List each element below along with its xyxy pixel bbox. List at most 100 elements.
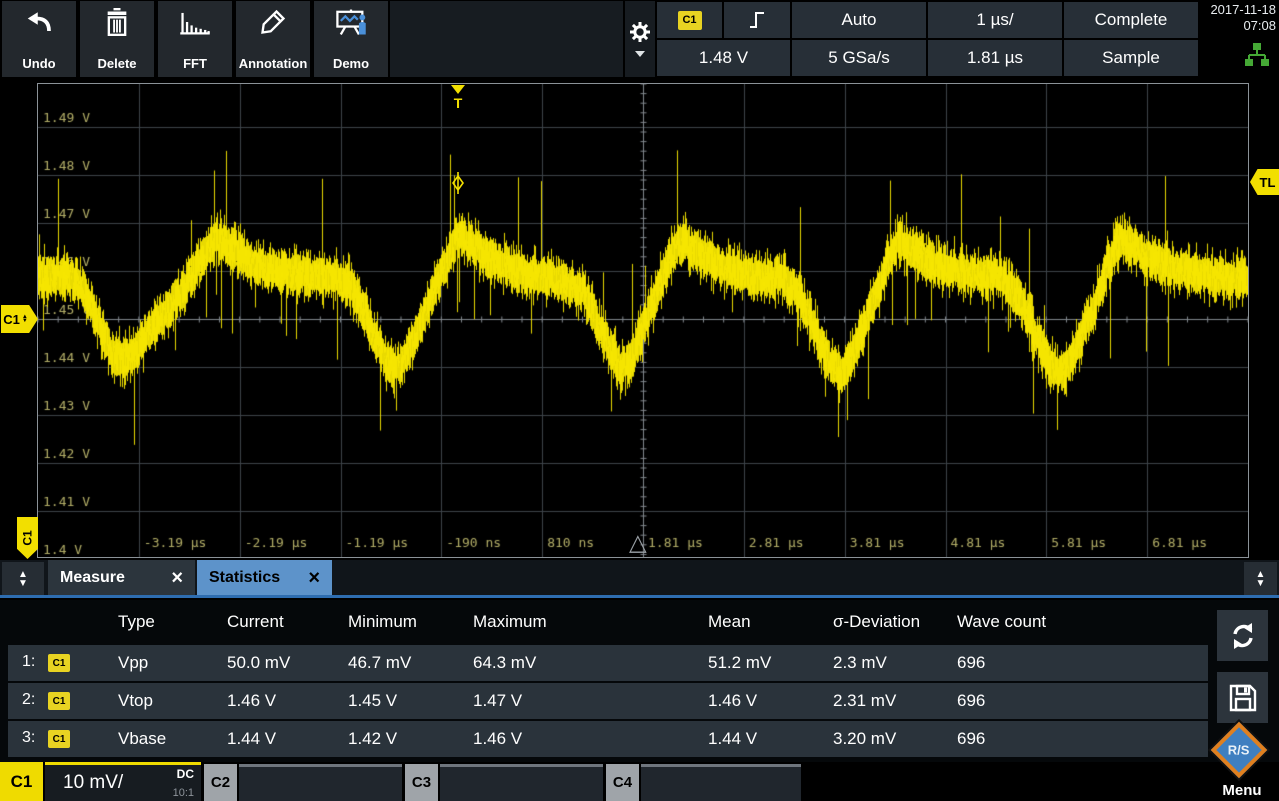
channel3-settings[interactable] — [440, 764, 603, 801]
rs-logo-text: R/S — [1228, 742, 1250, 757]
table-cell: 2.31 mV — [833, 691, 896, 711]
channel1-coupling: DC — [177, 767, 194, 781]
refresh-icon — [1228, 621, 1258, 651]
table-header-cell: Maximum — [473, 612, 547, 632]
channel-badge: C1 — [48, 692, 70, 710]
channel1-settings[interactable]: 10 mV/ DC 10:1 — [45, 762, 201, 801]
table-cell: 1.46 V — [227, 691, 276, 711]
undo-label: Undo — [22, 56, 55, 71]
table-cell: Vtop — [118, 691, 153, 711]
table-header-row: TypeCurrentMinimumMaximumMeanσ-Deviation… — [8, 612, 1208, 634]
channel4-tab[interactable]: C4 — [606, 764, 639, 801]
table-cell: 1.45 V — [348, 691, 397, 711]
channel1-probe: 10:1 — [173, 787, 194, 799]
demo-label: Demo — [333, 56, 369, 71]
channel-bar: C1 10 mV/ DC 10:1 C2 C3 C4 — [0, 762, 1279, 801]
trigger-mode-cell[interactable]: Auto — [792, 2, 926, 38]
table-cell: 1.46 V — [473, 729, 522, 749]
sample-rate-cell[interactable]: 5 GSa/s — [792, 40, 926, 76]
trigger-point-marker — [450, 172, 466, 194]
channel3-tab[interactable]: C3 — [405, 764, 438, 801]
table-cell: 1.46 V — [708, 691, 757, 711]
acquisition-mode-cell[interactable]: Sample — [1064, 40, 1198, 76]
table-header-cell: Minimum — [348, 612, 417, 632]
annotation-label: Annotation — [239, 56, 308, 71]
waveform-canvas[interactable] — [38, 84, 1248, 557]
trigger-position-cell[interactable]: 1.81 µs — [928, 40, 1062, 76]
tabbar-scroll-right[interactable]: ▲ ▼ — [1244, 562, 1277, 595]
trigger-level-marker[interactable]: TL — [1250, 169, 1279, 195]
trigger-level-value: 1.48 V — [699, 48, 748, 68]
undo-button[interactable]: Undo — [2, 1, 76, 77]
tab-measure[interactable]: Measure × — [48, 560, 195, 596]
annotation-button[interactable]: Annotation — [236, 1, 310, 77]
fft-button[interactable]: FFT — [158, 1, 232, 77]
save-icon — [1229, 684, 1257, 712]
delete-button[interactable]: Delete — [80, 1, 154, 77]
gear-icon — [629, 21, 651, 43]
row-index: 2: — [22, 691, 35, 709]
trigger-level-cell[interactable]: 1.48 V — [657, 40, 790, 76]
acquisition-status-cell[interactable]: Complete — [1064, 2, 1198, 38]
oscilloscope-screen: Undo Delete FFT Annotation Demo C1 — [0, 0, 1279, 801]
table-cell: 1.42 V — [348, 729, 397, 749]
table-cell: 1.44 V — [227, 729, 276, 749]
trash-icon — [104, 8, 130, 36]
network-status-icon — [1243, 42, 1271, 68]
trigger-source-badge: C1 — [678, 11, 702, 30]
reset-statistics-button[interactable] — [1217, 610, 1268, 661]
channel2-settings[interactable] — [239, 764, 402, 801]
channel1-position-marker[interactable]: C1 ▲▼ — [1, 305, 38, 333]
acquisition-status-value: Complete — [1095, 10, 1168, 30]
row-index: 1: — [22, 653, 35, 671]
time-value: 07:08 — [1200, 18, 1276, 34]
close-icon[interactable]: × — [171, 567, 183, 590]
settings-button[interactable] — [625, 1, 655, 77]
trigger-time-marker[interactable]: T — [447, 85, 469, 110]
table-header-cell: σ-Deviation — [833, 612, 920, 632]
table-cell: Vbase — [118, 729, 166, 749]
demo-icon — [334, 8, 368, 36]
trigger-slope-cell[interactable] — [724, 2, 790, 38]
table-header-cell: Type — [118, 612, 155, 632]
delete-label: Delete — [97, 56, 136, 71]
acquisition-mode-value: Sample — [1102, 48, 1160, 68]
rs-logo: R/S — [1211, 722, 1268, 779]
active-tab-underline — [0, 595, 1279, 598]
table-row[interactable]: 2:C1Vtop1.46 V1.45 V1.47 V1.46 V2.31 mV6… — [8, 683, 1208, 719]
table-row[interactable]: 1:C1Vpp50.0 mV46.7 mV64.3 mV51.2 mV2.3 m… — [8, 645, 1208, 681]
tabbar-scroll-left[interactable]: ▲ ▼ — [2, 562, 44, 595]
undo-icon — [24, 8, 54, 34]
channel1-scale: 10 mV/ — [63, 772, 123, 794]
trigger-source-cell[interactable]: C1 — [657, 2, 722, 38]
table-cell: 1.44 V — [708, 729, 757, 749]
table-cell: 51.2 mV — [708, 653, 771, 673]
channel1-offset-label: C1 — [21, 530, 35, 545]
channel-badge: C1 — [48, 654, 70, 672]
pencil-icon — [259, 8, 287, 36]
sample-rate-value: 5 GSa/s — [828, 48, 889, 68]
demo-button[interactable]: Demo — [314, 1, 388, 77]
menu-button[interactable]: R/S Menu — [1205, 726, 1279, 801]
save-statistics-button[interactable] — [1217, 672, 1268, 723]
tab-statistics[interactable]: Statistics × — [197, 560, 332, 596]
close-icon[interactable]: × — [308, 567, 320, 590]
channel1-marker-label: C1 — [3, 312, 20, 327]
channel2-tab[interactable]: C2 — [204, 764, 237, 801]
trigger-arrow-icon — [451, 85, 465, 94]
table-row[interactable]: 3:C1Vbase1.44 V1.42 V1.46 V1.44 V3.20 mV… — [8, 721, 1208, 757]
table-cell: 696 — [957, 653, 985, 673]
fft-icon — [178, 8, 212, 36]
down-arrow-icon: ▼ — [1256, 579, 1266, 588]
timebase-cell[interactable]: 1 µs/ — [928, 2, 1062, 38]
tab-statistics-label: Statistics — [209, 569, 280, 587]
table-cell: 64.3 mV — [473, 653, 536, 673]
table-cell: Vpp — [118, 653, 148, 673]
channel1-offset-marker[interactable]: C1 — [17, 517, 38, 559]
row-index: 3: — [22, 729, 35, 747]
table-header-cell: Mean — [708, 612, 751, 632]
table-cell: 3.20 mV — [833, 729, 896, 749]
channel1-tab[interactable]: C1 — [0, 762, 43, 801]
timebase-value: 1 µs/ — [976, 10, 1013, 30]
channel4-settings[interactable] — [641, 764, 801, 801]
